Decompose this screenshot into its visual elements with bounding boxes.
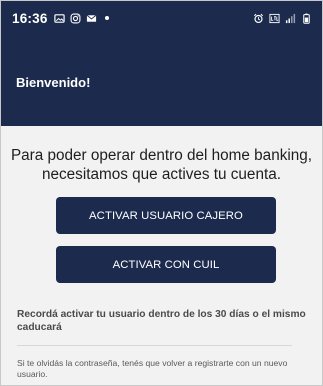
divider — [17, 345, 292, 346]
activation-reminder-text: Recordá activar tu usuario dentro de los… — [17, 309, 306, 333]
app-screen: 16:36 Bienvenido! Para poder operar dent… — [0, 0, 323, 386]
notification-icons — [53, 13, 109, 24]
status-bar: 16:36 — [1, 1, 322, 35]
activate-cashier-user-button[interactable]: ACTIVAR USUARIO CAJERO — [56, 197, 276, 234]
app-header: Bienvenido! — [1, 35, 322, 126]
lte-icon — [269, 13, 280, 23]
status-time: 16:36 — [12, 10, 48, 26]
battery-icon — [303, 13, 310, 24]
main-content: Para poder operar dentro del home bankin… — [1, 126, 322, 385]
activate-with-cuil-button[interactable]: ACTIVAR CON CUIL — [56, 246, 276, 283]
alarm-icon — [253, 13, 264, 23]
instagram-icon — [70, 13, 80, 23]
password-note-text: Si te olvidás la contraseña, tenés que v… — [17, 358, 288, 379]
mail-icon — [86, 14, 96, 22]
intro-text: Para poder operar dentro del home bankin… — [10, 147, 313, 183]
gallery-icon — [53, 13, 65, 23]
signal-icon — [285, 13, 296, 23]
page-title: Bienvenido! — [16, 75, 91, 90]
system-icons — [253, 13, 312, 24]
dot-icon — [104, 16, 109, 20]
